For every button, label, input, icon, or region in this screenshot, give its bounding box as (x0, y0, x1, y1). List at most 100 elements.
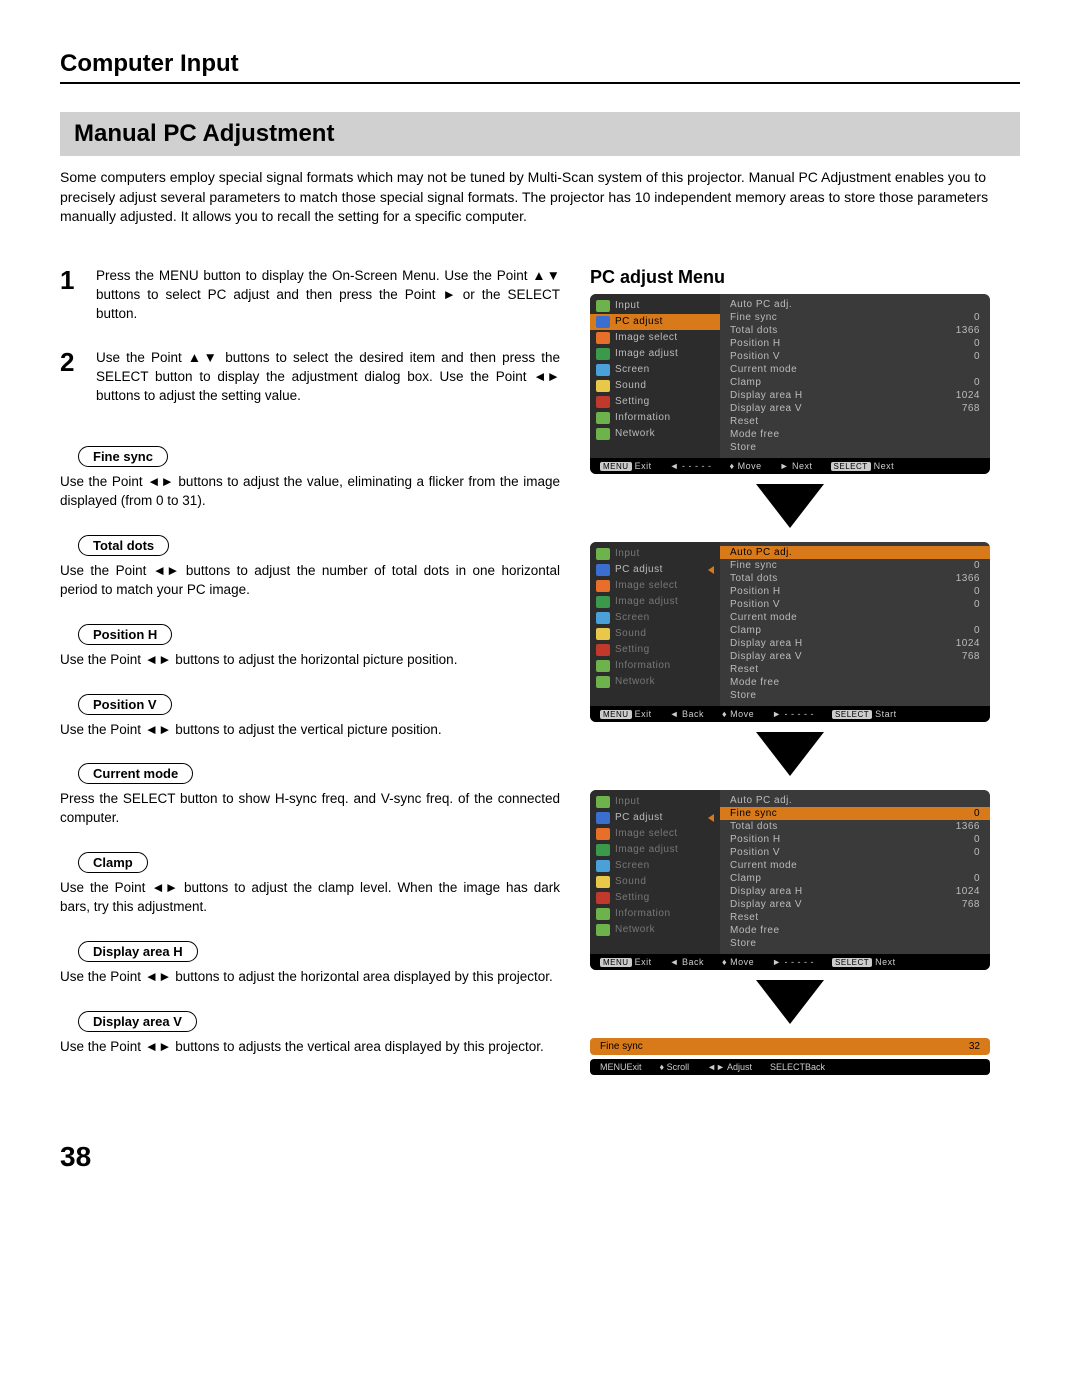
osd-setting-row[interactable]: Display area H 1024 (728, 637, 982, 650)
osd-setting-label: Total dots (730, 325, 778, 336)
footer-hint: ♦ Scroll (660, 1062, 690, 1072)
osd-menu-item[interactable]: PC adjust (590, 314, 720, 330)
osd-setting-row[interactable]: Position H0 (728, 337, 982, 350)
osd-setting-label: Fine sync (730, 808, 777, 819)
down-arrow-icon (756, 484, 824, 528)
osd-menu-item[interactable]: Screen (590, 858, 720, 874)
osd-setting-label: Position H (730, 586, 781, 597)
osd-setting-row[interactable]: Clamp0 (728, 376, 982, 389)
osd-menu-item[interactable]: Input (590, 546, 720, 562)
osd-setting-row[interactable]: Auto PC adj. (728, 298, 982, 311)
osd-setting-row[interactable]: Reset (728, 415, 982, 428)
osd-setting-row[interactable]: Store (728, 441, 982, 454)
osd-setting-row[interactable]: Clamp0 (728, 872, 982, 885)
osd-setting-row[interactable]: Display area V768 (728, 898, 982, 911)
menu-icon (596, 428, 610, 440)
osd-setting-label: Display area H (730, 638, 803, 649)
osd-setting-value: 1024 (956, 638, 980, 649)
osd-menu-item[interactable]: Image select (590, 330, 720, 346)
osd-setting-row[interactable]: Mode free (728, 428, 982, 441)
osd-menu-label: Sound (615, 380, 646, 391)
menu-icon (596, 876, 610, 888)
osd-setting-row[interactable]: Display area H1024 (728, 885, 982, 898)
osd-setting-row[interactable]: Mode free (728, 924, 982, 937)
osd-setting-value: 0 (974, 599, 980, 610)
osd-setting-label: Position H (730, 338, 781, 349)
osd-menu-item[interactable]: Input (590, 298, 720, 314)
intro-text: Some computers employ special signal for… (60, 168, 1020, 227)
osd-menu-label: Network (615, 924, 655, 935)
osd-menu-item[interactable]: Information (590, 906, 720, 922)
menu-icon (596, 812, 610, 824)
osd-setting-row[interactable]: Total dots1366 (728, 572, 982, 585)
osd-setting-row[interactable]: Clamp0 (728, 624, 982, 637)
osd-setting-label: Display area V (730, 899, 802, 910)
osd-menu-item[interactable]: Network (590, 674, 720, 690)
osd-setting-label: Auto PC adj. (730, 299, 792, 310)
osd-menu-item[interactable]: Image adjust (590, 842, 720, 858)
osd-menu-item[interactable]: PC adjust (590, 810, 720, 826)
osd-setting-row[interactable]: Current mode (728, 611, 982, 624)
osd-setting-row[interactable]: Store (728, 689, 982, 702)
osd-setting-row[interactable]: Position H 0 (728, 585, 982, 598)
osd-menu-item[interactable]: Image adjust (590, 594, 720, 610)
osd-menu-item[interactable]: Sound (590, 626, 720, 642)
osd-menu-item[interactable]: Image adjust (590, 346, 720, 362)
osd-setting-row[interactable]: Mode free (728, 676, 982, 689)
osd-setting-row[interactable]: Display area H1024 (728, 389, 982, 402)
pointer-arrow-icon (708, 814, 714, 822)
osd-setting-row[interactable]: Current mode (728, 363, 982, 376)
osd-menu-item[interactable]: Setting (590, 642, 720, 658)
osd-setting-row[interactable]: Position V0 (728, 350, 982, 363)
osd-menu-item[interactable]: PC adjust (590, 562, 720, 578)
osd-menu-label: Screen (615, 364, 650, 375)
osd-setting-row[interactable]: Position H0 (728, 833, 982, 846)
osd-menu-item[interactable]: Input (590, 794, 720, 810)
param-pill: Display area H (78, 941, 198, 962)
param-desc: Use the Point ◄► buttons to adjust the h… (60, 968, 560, 987)
osd-setting-row[interactable]: Auto PC adj. (720, 546, 990, 559)
pc-adjust-menu-title: PC adjust Menu (590, 267, 990, 288)
osd-setting-row[interactable]: Display area V768 (728, 402, 982, 415)
osd-menu-item[interactable]: Information (590, 658, 720, 674)
osd-menu-item[interactable]: Screen (590, 610, 720, 626)
osd-menu-item[interactable]: Sound (590, 378, 720, 394)
osd-setting-row[interactable]: Fine sync0 (728, 559, 982, 572)
osd-setting-row[interactable]: Reset (728, 911, 982, 924)
osd-menu-item[interactable]: Setting (590, 394, 720, 410)
osd-setting-row[interactable]: Auto PC adj. (728, 794, 982, 807)
pointer-arrow-icon (708, 318, 714, 326)
param-desc: Use the Point ◄► buttons to adjust the c… (60, 879, 560, 917)
osd-setting-row[interactable]: Position V0 (728, 846, 982, 859)
osd-menu-item[interactable]: Setting (590, 890, 720, 906)
osd-menu-item[interactable]: Information (590, 410, 720, 426)
osd-menu-item[interactable]: Sound (590, 874, 720, 890)
footer-hint: SELECTNext (831, 461, 895, 471)
osd-menu-item[interactable]: Network (590, 922, 720, 938)
osd-setting-row[interactable]: Fine sync0 (720, 807, 990, 820)
osd-menu-label: Information (615, 412, 671, 423)
osd-setting-row[interactable]: Position V0 (728, 598, 982, 611)
osd-setting-value: 1024 (956, 886, 980, 897)
osd-menu-item[interactable]: Screen (590, 362, 720, 378)
osd-setting-row[interactable]: Current mode (728, 859, 982, 872)
step-2: 2 Use the Point ▲▼ buttons to select the… (60, 349, 560, 406)
osd-setting-value: 0 (974, 586, 980, 597)
footer-hint: ♦ Move (722, 709, 754, 719)
osd-menu-item[interactable]: Network (590, 426, 720, 442)
osd-menu-label: Sound (615, 628, 646, 639)
osd-setting-row[interactable]: Reset (728, 663, 982, 676)
osd-menu-item[interactable]: Image select (590, 826, 720, 842)
osd-setting-row[interactable]: Total dots1366 (728, 820, 982, 833)
osd-menu-label: PC adjust (615, 316, 663, 327)
menu-icon (596, 564, 610, 576)
osd-setting-row[interactable]: Fine sync0 (728, 311, 982, 324)
osd-setting-row[interactable]: Display area V768 (728, 650, 982, 663)
osd-menu-label: Setting (615, 396, 650, 407)
param-desc: Use the Point ◄► buttons to adjust the n… (60, 562, 560, 600)
osd-setting-row[interactable]: Store (728, 937, 982, 950)
osd-menu-item[interactable]: Image select (590, 578, 720, 594)
step-text: Use the Point ▲▼ buttons to select the d… (96, 349, 560, 406)
subsection-title: Manual PC Adjustment (60, 112, 1020, 156)
osd-setting-row[interactable]: Total dots1366 (728, 324, 982, 337)
